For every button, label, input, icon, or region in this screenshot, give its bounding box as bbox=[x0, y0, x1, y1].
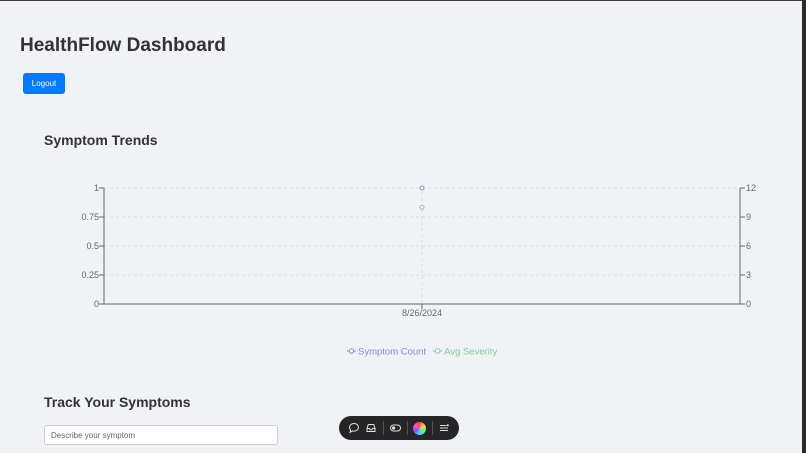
legend-label: Symptom Count bbox=[358, 347, 426, 358]
logout-button[interactable]: Logout bbox=[23, 73, 65, 94]
window-border-top bbox=[0, 0, 806, 1]
right-axis-tick-label: 3 bbox=[746, 270, 751, 280]
legend-marker bbox=[348, 348, 355, 354]
menu-icon[interactable] bbox=[436, 419, 453, 438]
toolbar-separator bbox=[382, 421, 384, 435]
color-orb-icon[interactable] bbox=[411, 419, 428, 438]
symptom-input[interactable] bbox=[44, 425, 278, 445]
legend-marker bbox=[434, 348, 441, 354]
x-axis-tick-label: 8/26/2024 bbox=[402, 308, 442, 318]
toggle-icon[interactable] bbox=[387, 419, 404, 438]
floating-toolbar bbox=[339, 416, 459, 440]
data-point-symptom-count bbox=[419, 185, 425, 191]
left-axis-tick-label: 0.75 bbox=[81, 212, 99, 222]
chart-svg: 0 0.25 0.5 0.75 1 0 3 6 9 12 8/26/2024 Symptom Coun… bbox=[81, 183, 756, 358]
right-axis-tick-label: 12 bbox=[746, 183, 756, 193]
right-axis-tick-label: 6 bbox=[746, 241, 751, 251]
inbox-icon[interactable] bbox=[362, 419, 379, 438]
symptom-trends-chart: 0 0.25 0.5 0.75 1 0 3 6 9 12 8/26/2024 Symptom Coun… bbox=[0, 170, 806, 370]
color-orb bbox=[413, 421, 427, 435]
left-axis-tick-label: 1 bbox=[94, 183, 99, 193]
left-axis-tick-label: 0 bbox=[94, 299, 99, 309]
toolbar-separator bbox=[407, 421, 409, 435]
left-axis-tick-label: 0.25 bbox=[81, 270, 99, 280]
app-window: HealthFlow Dashboard Logout Symptom Tren… bbox=[0, 0, 806, 453]
right-axis-tick-label: 9 bbox=[746, 212, 751, 222]
data-point-avg-severity bbox=[419, 204, 425, 210]
right-axis-tick-label: 0 bbox=[746, 299, 751, 309]
toolbar-separator bbox=[431, 421, 433, 435]
left-axis-tick-label: 0.5 bbox=[86, 241, 99, 251]
chat-icon[interactable] bbox=[345, 419, 362, 438]
legend-label: Avg Severity bbox=[444, 347, 497, 358]
track-symptoms-title: Track Your Symptoms bbox=[44, 394, 191, 410]
page-title: HealthFlow Dashboard bbox=[20, 35, 226, 56]
symptom-trends-title: Symptom Trends bbox=[44, 132, 158, 148]
